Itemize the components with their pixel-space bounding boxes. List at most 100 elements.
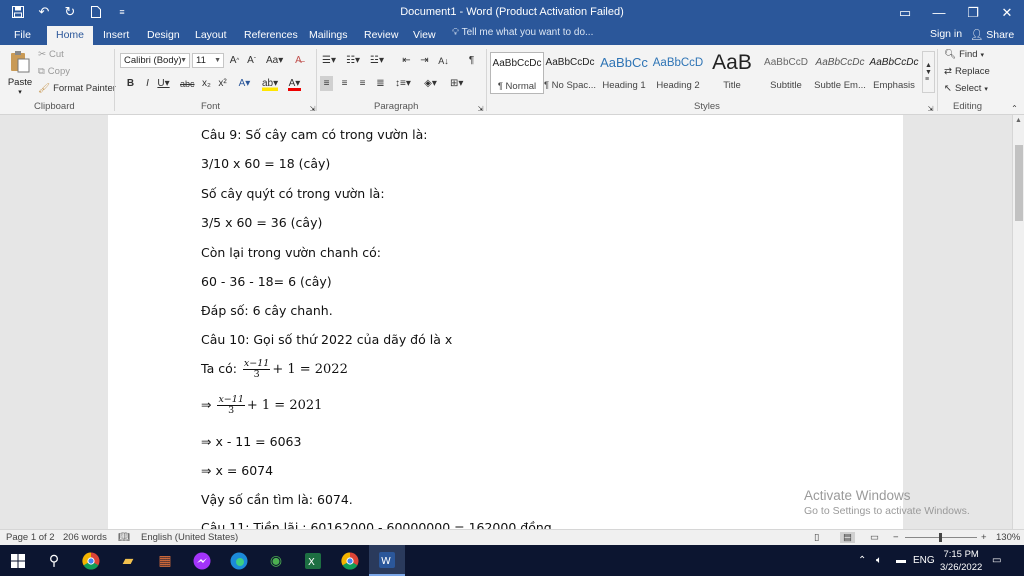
- font-size-combo[interactable]: 11 ▼: [192, 53, 224, 68]
- superscript-button[interactable]: x²: [216, 76, 229, 91]
- sort-icon[interactable]: A↓: [437, 53, 450, 68]
- zalo-icon[interactable]: ◉: [258, 545, 294, 576]
- chrome-icon[interactable]: [332, 545, 368, 576]
- font-color-icon[interactable]: A▾: [288, 76, 301, 91]
- paste-button[interactable]: Paste ▾: [7, 50, 33, 96]
- style-subtle-emphasis[interactable]: AaBbCcDc Subtle Em...: [813, 52, 867, 94]
- doc-line[interactable]: Câu 10: Gọi số thứ 2022 của dãy đó là x: [201, 332, 452, 347]
- doc-line[interactable]: ⇒ x - 11 = 6063: [201, 434, 301, 449]
- style-emphasis[interactable]: AaBbCcDc Emphasis: [867, 52, 921, 94]
- zoom-slider-thumb[interactable]: [939, 533, 942, 542]
- word-count[interactable]: 206 words: [63, 532, 107, 543]
- print-layout-icon[interactable]: ▤: [840, 532, 855, 543]
- undo-icon[interactable]: ↶: [34, 3, 54, 21]
- bold-button[interactable]: B: [124, 76, 137, 91]
- change-case-icon[interactable]: Aa▾: [266, 53, 283, 68]
- vertical-scrollbar[interactable]: ▲: [1012, 115, 1024, 529]
- tab-view[interactable]: View: [413, 27, 436, 45]
- file-explorer-icon[interactable]: ▰: [110, 545, 146, 576]
- replace-button[interactable]: ⇄ Replace: [944, 66, 990, 77]
- cut-button[interactable]: ✂ Cut: [38, 49, 64, 60]
- doc-line[interactable]: Vậy số cần tìm là: 6074.: [201, 492, 353, 507]
- tab-references[interactable]: References: [244, 27, 298, 45]
- equation-line[interactable]: Ta có: x−11 3 + 1 = 2022: [201, 359, 348, 380]
- font-name-combo[interactable]: Calibri (Body) ▼: [120, 53, 190, 68]
- multilevel-list-icon[interactable]: ☳▾: [370, 53, 384, 68]
- increase-indent-icon[interactable]: ⇥: [418, 53, 431, 68]
- format-painter-button[interactable]: 🖌︎ Format Painter: [38, 83, 116, 94]
- tab-home[interactable]: Home: [47, 26, 94, 45]
- style-title[interactable]: AaB Title: [705, 52, 759, 94]
- zoom-level[interactable]: 130%: [996, 532, 1020, 543]
- notification-icon[interactable]: ▭: [992, 545, 1001, 576]
- line-spacing-icon[interactable]: ↕≡▾: [395, 76, 411, 91]
- show-formatting-icon[interactable]: ¶: [465, 53, 478, 68]
- copy-button[interactable]: ⧉ Copy: [38, 66, 70, 77]
- strikethrough-button[interactable]: abc: [180, 76, 195, 91]
- doc-line[interactable]: Câu 9: Số cây cam có trong vườn là:: [201, 127, 428, 142]
- decrease-indent-icon[interactable]: ⇤: [400, 53, 413, 68]
- web-layout-icon[interactable]: ▭: [870, 532, 879, 543]
- language-indicator[interactable]: English (United States): [141, 532, 238, 543]
- clear-formatting-icon[interactable]: A̶: [292, 53, 305, 68]
- align-left-icon[interactable]: ≡: [320, 76, 333, 91]
- read-mode-icon[interactable]: ▯: [814, 532, 819, 543]
- page-count[interactable]: Page 1 of 2: [6, 532, 55, 543]
- search-icon[interactable]: ⚲: [36, 545, 72, 576]
- underline-button[interactable]: U▾: [157, 76, 170, 91]
- doc-line[interactable]: Còn lại trong vườn chanh có:: [201, 245, 381, 260]
- doc-line[interactable]: 3/5 x 60 = 36 (cây): [201, 215, 322, 230]
- styles-gallery-scroll[interactable]: ▲ ▼ ≡: [922, 51, 935, 93]
- customize-toolbar-icon[interactable]: ≡: [112, 3, 132, 21]
- highlight-color-icon[interactable]: ab▾: [262, 76, 279, 91]
- share-button[interactable]: 👤︎ Share: [970, 28, 1014, 41]
- system-clock[interactable]: 7:15 PM 3/26/2022: [940, 548, 982, 574]
- excel-icon[interactable]: X: [295, 545, 331, 576]
- save-icon[interactable]: [8, 3, 28, 21]
- tab-mailings[interactable]: Mailings: [309, 27, 348, 45]
- tab-layout[interactable]: Layout: [195, 27, 227, 45]
- sign-in-link[interactable]: Sign in: [930, 28, 962, 40]
- align-center-icon[interactable]: ≡: [338, 76, 351, 91]
- scroll-thumb[interactable]: [1015, 145, 1023, 221]
- select-button[interactable]: ↖ Select ▾: [944, 83, 988, 94]
- proofing-icon[interactable]: 📖︎: [118, 532, 130, 543]
- text-effects-icon[interactable]: A▾: [238, 76, 251, 91]
- scroll-up-icon[interactable]: ▲: [1015, 117, 1022, 124]
- subscript-button[interactable]: x₂: [200, 76, 213, 91]
- close-button[interactable]: ✕: [990, 0, 1024, 25]
- redo-icon[interactable]: ↻: [60, 3, 80, 21]
- tab-insert[interactable]: Insert: [103, 27, 129, 45]
- word-icon[interactable]: W: [369, 545, 405, 576]
- minimize-button[interactable]: —: [922, 0, 956, 25]
- doc-line[interactable]: Đáp số: 6 cây chanh.: [201, 303, 333, 318]
- show-hidden-icons-icon[interactable]: ⌃: [858, 545, 866, 576]
- grow-font-icon[interactable]: A ^: [228, 53, 241, 68]
- find-button[interactable]: 🔍︎ Find ▾: [944, 49, 984, 60]
- tab-file[interactable]: File: [14, 27, 31, 45]
- justify-icon[interactable]: ≣: [374, 76, 387, 91]
- style-heading-1[interactable]: AaBbCc Heading 1: [597, 52, 651, 94]
- zoom-out-icon[interactable]: −: [893, 532, 899, 543]
- doc-line[interactable]: Câu 11: Tiền lãi : 60162000 - 60000000 =…: [201, 520, 552, 529]
- edge-icon[interactable]: [221, 545, 257, 576]
- language-indicator[interactable]: ENG: [913, 545, 935, 576]
- doc-line[interactable]: 60 - 36 - 18= 6 (cây): [201, 274, 332, 289]
- equation-line[interactable]: ⇒ x−11 3 + 1 = 2021: [201, 395, 322, 416]
- bullets-icon[interactable]: ☰▾: [322, 53, 336, 68]
- style-subtitle[interactable]: AaBbCcD Subtitle: [759, 52, 813, 94]
- shading-icon[interactable]: ◈▾: [424, 76, 437, 91]
- tab-design[interactable]: Design: [147, 27, 180, 45]
- styles-dialog-launcher-icon[interactable]: ⇲: [924, 101, 937, 116]
- network-icon[interactable]: ▬: [896, 545, 906, 576]
- volume-icon[interactable]: 🔈︎: [876, 545, 882, 576]
- restore-button[interactable]: ❐: [956, 0, 990, 25]
- document-canvas[interactable]: Câu 9: Số cây cam có trong vườn là: 3/10…: [0, 115, 1012, 529]
- windows-start-icon[interactable]: [0, 545, 36, 576]
- italic-button[interactable]: I: [141, 76, 154, 91]
- chrome-icon[interactable]: [73, 545, 109, 576]
- numbering-icon[interactable]: ☷▾: [346, 53, 360, 68]
- tell-me-search[interactable]: 💡︎ Tell me what you want to do...: [452, 27, 593, 38]
- doc-line[interactable]: Số cây quýt có trong vườn là:: [201, 186, 385, 201]
- messenger-icon[interactable]: [184, 545, 220, 576]
